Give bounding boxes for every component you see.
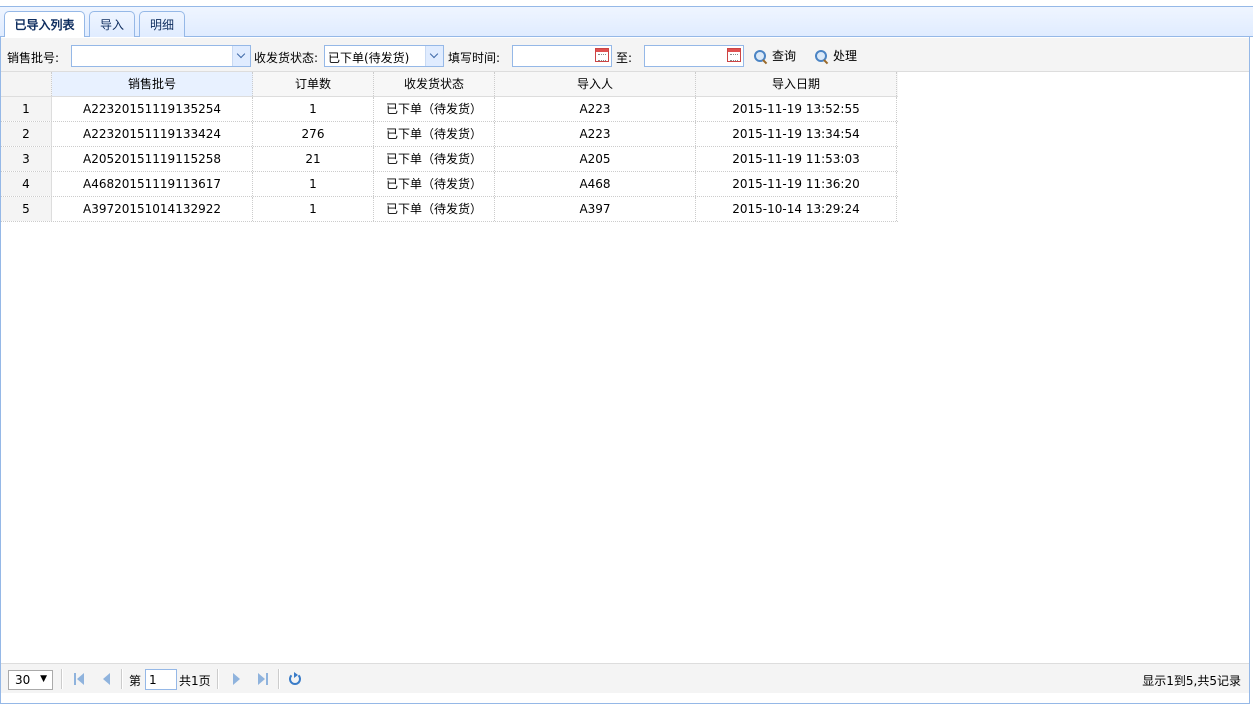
importer-cell: A223 — [495, 122, 696, 146]
batch-cell: A39720151014132922 — [52, 197, 253, 221]
pager-summary: 显示1到5,共5记录 — [1142, 674, 1241, 688]
process-button[interactable]: 处理 — [815, 47, 857, 65]
date-cell: 2015-11-19 11:36:20 — [696, 172, 897, 196]
chevron-down-icon: ▼ — [40, 674, 47, 684]
time-to-datebox[interactable] — [644, 45, 744, 67]
row-number: 1 — [1, 97, 52, 121]
divider — [217, 669, 219, 689]
tab-label: 已导入列表 — [14, 18, 75, 32]
row-number-header — [1, 72, 52, 96]
column-header-status[interactable]: 收发货状态 — [374, 72, 495, 96]
status-cell: 已下单（待发货） — [374, 122, 495, 146]
page-prefix-label: 第 — [129, 674, 142, 688]
to-label: 至: — [616, 51, 633, 65]
calendar-icon[interactable] — [595, 48, 609, 62]
tab-label: 导入 — [99, 18, 124, 32]
batch-cell: A22320151119133424 — [52, 122, 253, 146]
next-page-icon[interactable] — [229, 672, 243, 686]
date-cell: 2015-11-19 13:34:54 — [696, 122, 897, 146]
batch-cell: A22320151119135254 — [52, 97, 253, 121]
divider — [121, 669, 123, 689]
table-row[interactable]: 3 A20520151119115258 21 已下单（待发货） A205 20… — [1, 147, 898, 172]
query-button[interactable]: 查询 — [754, 47, 796, 65]
importer-cell: A205 — [495, 147, 696, 171]
status-value: 已下单(待发货) — [328, 51, 410, 65]
importer-cell: A397 — [495, 197, 696, 221]
status-label: 收发货状态: — [254, 51, 319, 65]
process-label: 处理 — [833, 49, 858, 63]
tab-imported-list[interactable]: 已导入列表 — [4, 11, 85, 38]
table-row[interactable]: 2 A22320151119133424 276 已下单（待发货） A223 2… — [1, 122, 898, 147]
row-number: 2 — [1, 122, 52, 146]
orders-cell: 1 — [253, 172, 374, 196]
table-row[interactable]: 5 A39720151014132922 1 已下单（待发货） A397 201… — [1, 197, 898, 222]
batch-cell: A20520151119115258 — [52, 147, 253, 171]
search-icon — [815, 49, 829, 64]
tab-strip: 已导入列表 导入 明细 — [0, 6, 1253, 38]
importer-cell: A223 — [495, 97, 696, 121]
status-cell: 已下单（待发货） — [374, 97, 495, 121]
date-cell: 2015-10-14 13:29:24 — [696, 197, 897, 221]
row-number: 4 — [1, 172, 52, 196]
search-icon — [754, 49, 768, 64]
column-header-orders[interactable]: 订单数 — [253, 72, 374, 96]
last-page-icon[interactable] — [256, 672, 270, 686]
status-cell: 已下单（待发货） — [374, 197, 495, 221]
calendar-icon[interactable] — [727, 48, 741, 62]
filter-toolbar: 销售批号: 收发货状态: 已下单(待发货) 填写时间: 至: 查询 处理 — [1, 38, 1249, 72]
table-row[interactable]: 4 A46820151119113617 1 已下单（待发货） A468 201… — [1, 172, 898, 197]
row-number: 5 — [1, 197, 52, 221]
orders-cell: 1 — [253, 97, 374, 121]
first-page-icon[interactable] — [72, 672, 86, 686]
prev-page-icon[interactable] — [100, 672, 114, 686]
refresh-icon[interactable] — [289, 672, 301, 685]
page-number-input[interactable] — [145, 669, 177, 690]
batch-combobox[interactable] — [71, 45, 251, 67]
tab-detail[interactable]: 明细 — [139, 11, 185, 37]
orders-cell: 1 — [253, 197, 374, 221]
grid-header: 销售批号 订单数 收发货状态 导入人 导入日期 — [1, 72, 898, 97]
date-cell: 2015-11-19 11:53:03 — [696, 147, 897, 171]
status-combobox[interactable]: 已下单(待发货) — [324, 45, 444, 67]
tab-label: 明细 — [149, 18, 174, 32]
table-row[interactable]: 1 A22320151119135254 1 已下单（待发货） A223 201… — [1, 97, 898, 122]
divider — [61, 669, 63, 689]
time-label: 填写时间: — [448, 51, 501, 65]
importer-cell: A468 — [495, 172, 696, 196]
orders-cell: 276 — [253, 122, 374, 146]
time-from-datebox[interactable] — [512, 45, 612, 67]
status-cell: 已下单（待发货） — [374, 147, 495, 171]
chevron-down-icon[interactable] — [232, 46, 250, 66]
column-header-importer[interactable]: 导入人 — [495, 72, 696, 96]
column-header-batch[interactable]: 销售批号 — [52, 72, 253, 96]
row-number: 3 — [1, 147, 52, 171]
total-pages-label: 共1页 — [179, 674, 211, 688]
batch-cell: A46820151119113617 — [52, 172, 253, 196]
page-size-select[interactable]: 30 ▼ — [8, 670, 53, 690]
batch-label: 销售批号: — [7, 51, 60, 65]
status-cell: 已下单（待发货） — [374, 172, 495, 196]
orders-cell: 21 — [253, 147, 374, 171]
main-panel: 销售批号: 收发货状态: 已下单(待发货) 填写时间: 至: 查询 处理 销售批… — [0, 37, 1250, 704]
column-header-date[interactable]: 导入日期 — [696, 72, 897, 96]
divider — [278, 669, 280, 689]
date-cell: 2015-11-19 13:52:55 — [696, 97, 897, 121]
pagination-bar: 30 ▼ 第 共1页 显示1到5,共5记录 — [1, 663, 1249, 693]
page-size-value: 30 — [15, 673, 31, 687]
tab-import[interactable]: 导入 — [89, 11, 135, 37]
query-label: 查询 — [772, 49, 797, 63]
chevron-down-icon[interactable] — [425, 46, 443, 66]
